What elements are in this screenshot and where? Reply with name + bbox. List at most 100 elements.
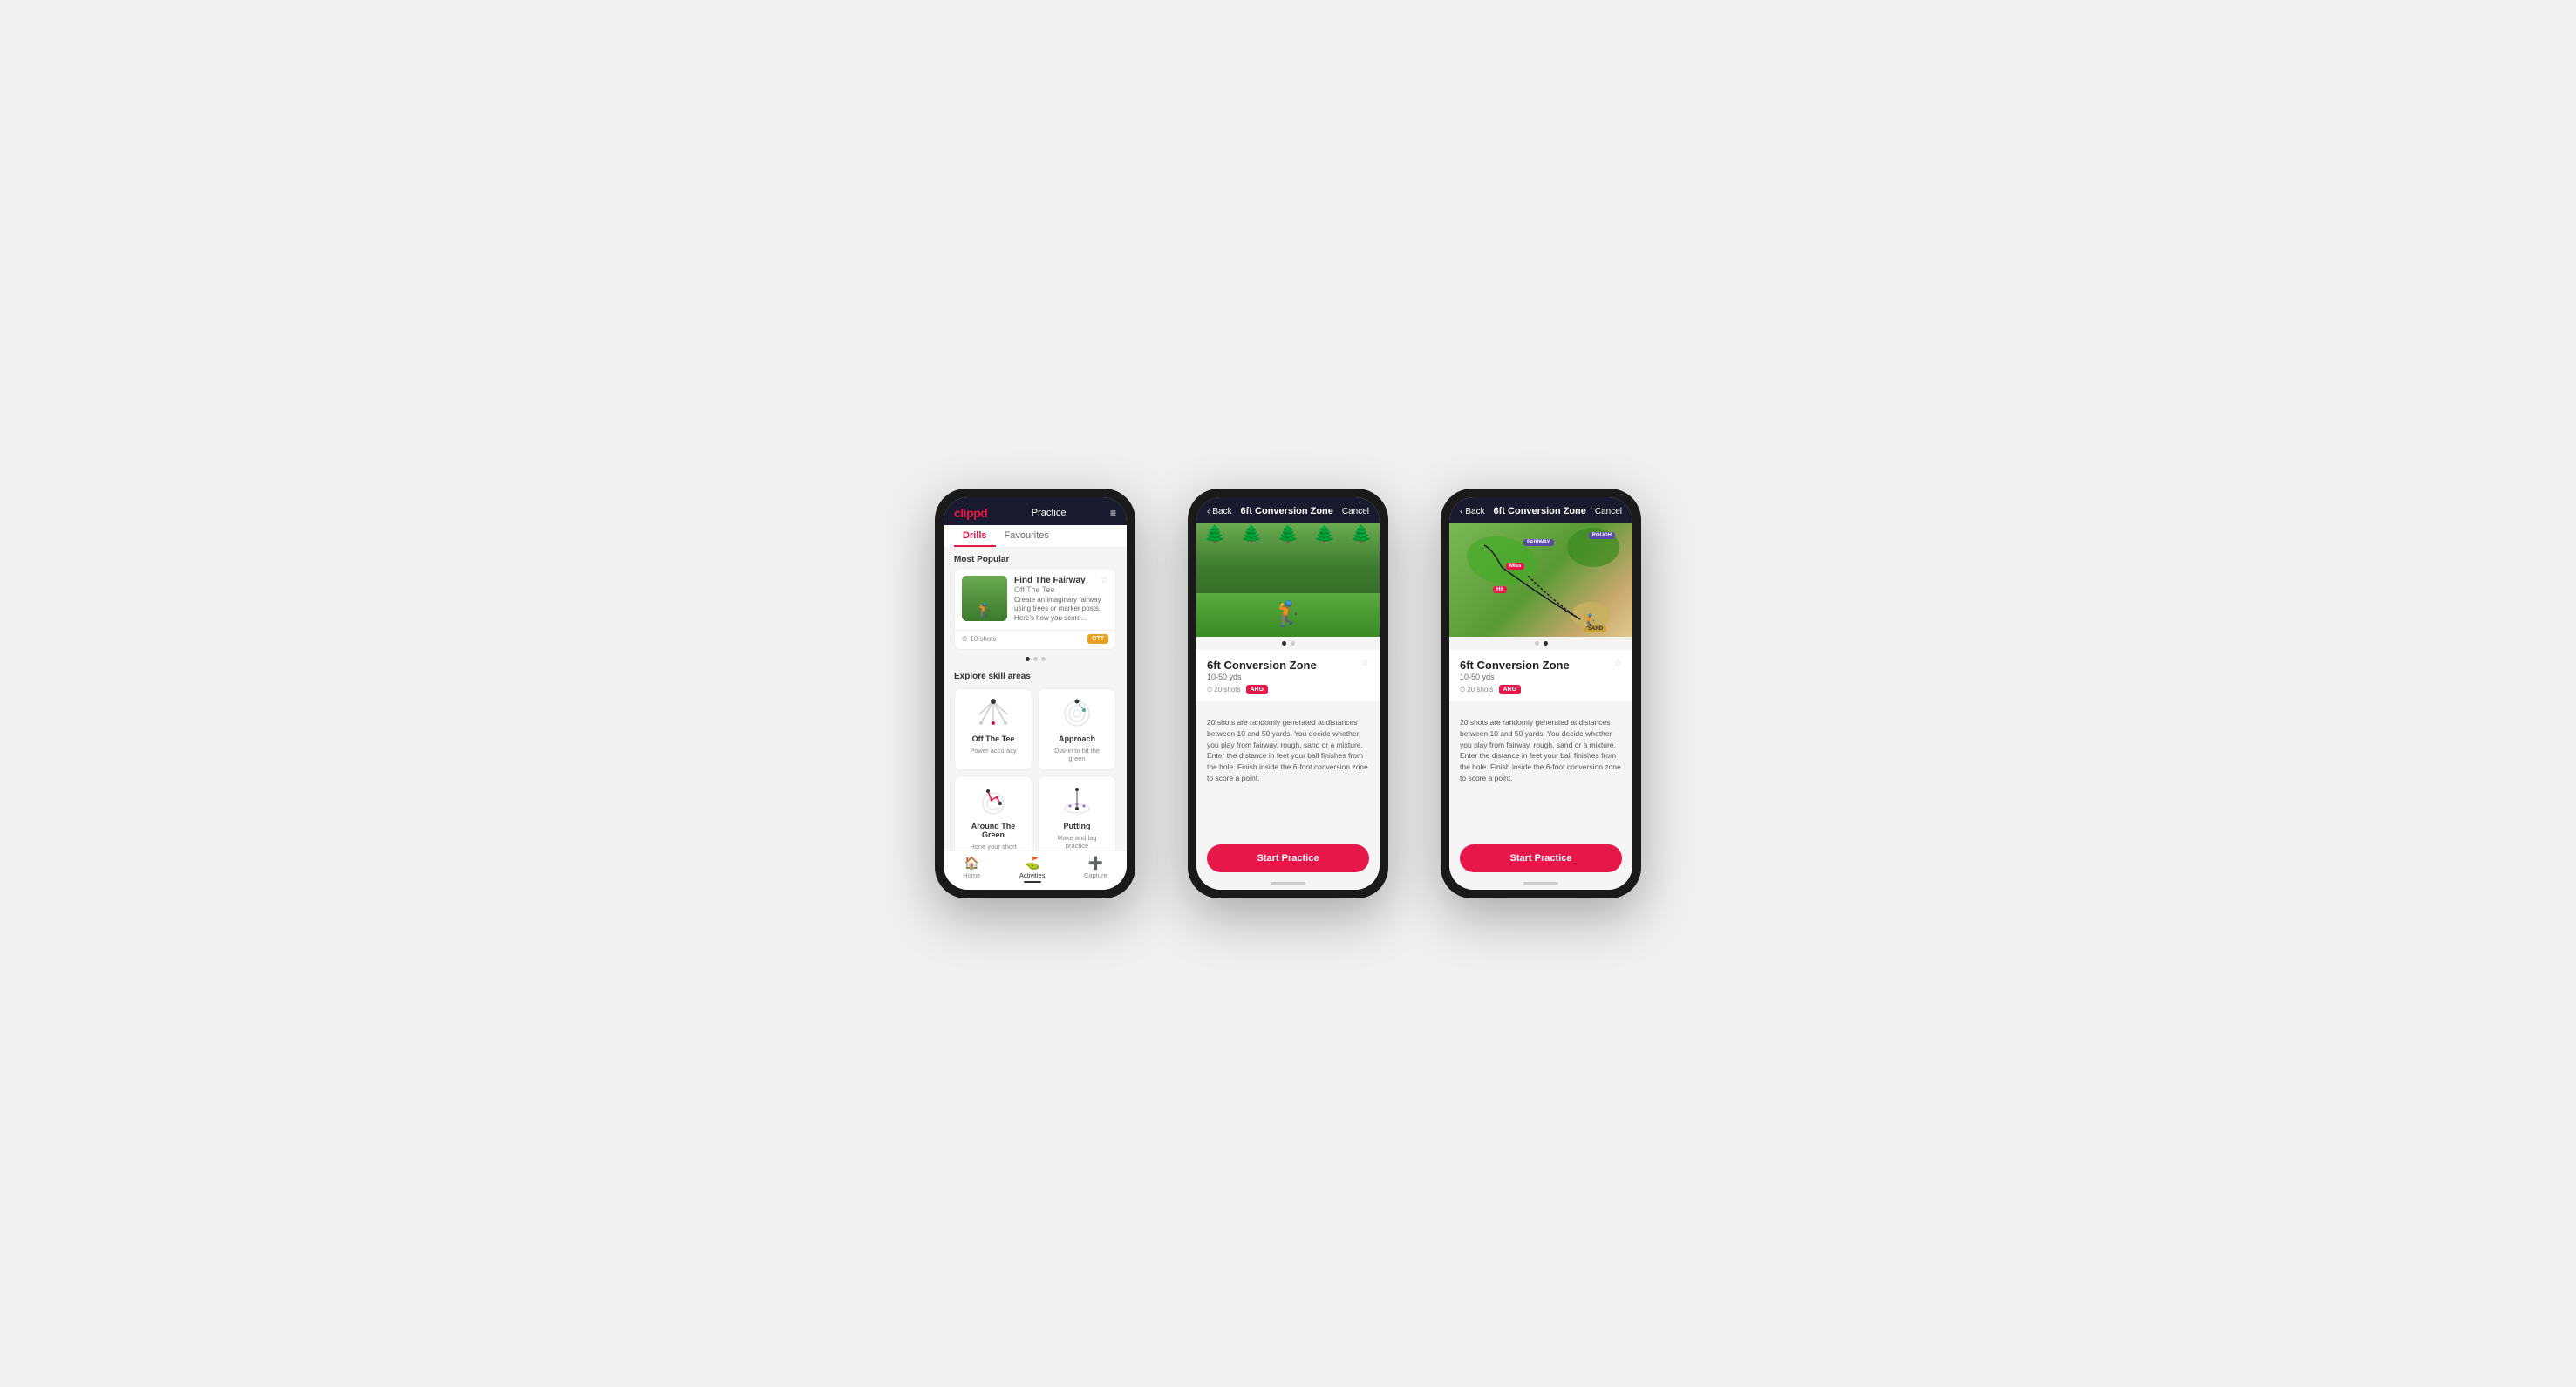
skill-approach-desc: Dial-in to hit the green: [1046, 747, 1108, 762]
drill-range: 10-50 yds: [1207, 673, 1317, 681]
featured-drill-image: 🏌️: [962, 576, 1007, 621]
nav-capture[interactable]: ➕ Capture: [1084, 856, 1107, 883]
hamburger-icon[interactable]: ≡: [1110, 507, 1116, 519]
capture-icon: ➕: [1088, 856, 1103, 871]
drill-info: 6ft Conversion Zone 10-50 yds ☆ ⏱ 20 sho…: [1196, 650, 1380, 701]
nav-home[interactable]: 🏠 Home: [963, 856, 980, 883]
favourite-star-icon[interactable]: ☆: [1361, 659, 1369, 668]
cancel-button[interactable]: Cancel: [1342, 507, 1369, 516]
favourite-star-icon-3[interactable]: ☆: [1614, 659, 1622, 668]
golfer-figure: 🏌️: [1273, 599, 1304, 628]
rough-label: ROUGH: [1589, 532, 1615, 539]
phone-1: clippd Practice ≡ Drills Favourites Most…: [935, 489, 1135, 898]
drill-photo-bg: 🌲🌲🌲🌲🌲 🏌️: [1196, 523, 1380, 637]
app-logo: clippd: [954, 506, 987, 520]
trees-bg: 🌲🌲🌲🌲🌲: [1196, 523, 1380, 545]
skill-putting-desc: Make and lag practice: [1046, 834, 1108, 850]
skill-putting[interactable]: Putting Make and lag practice: [1038, 775, 1116, 851]
drill-map: FAIRWAY ROUGH Miss Hit SAND 🏌️: [1449, 523, 1632, 637]
drill-title-row-3: 6ft Conversion Zone 10-50 yds ☆: [1460, 659, 1622, 681]
capture-label: Capture: [1084, 871, 1107, 879]
phone1-header: clippd Practice ≡: [944, 497, 1127, 525]
home-label: Home: [963, 871, 980, 879]
phone-3: ‹ Back 6ft Conversion Zone Cancel: [1441, 489, 1641, 898]
bottom-nav: 🏠 Home ⛳ Activities ➕ Capture: [944, 851, 1127, 890]
skill-ott-name: Off The Tee: [972, 734, 1015, 743]
off-tee-icon: [971, 696, 1015, 731]
home-icon: 🏠: [964, 856, 979, 871]
shots-label: ⏱ 10 shots: [962, 635, 997, 644]
skill-off-tee[interactable]: Off The Tee Power accuracy: [954, 688, 1032, 770]
map-golfer-figure: 🏌️: [1583, 613, 1598, 628]
skill-atg-name: Around The Green: [962, 822, 1025, 839]
phone2-header: ‹ Back 6ft Conversion Zone Cancel: [1196, 497, 1380, 523]
start-practice-button[interactable]: Start Practice: [1207, 844, 1369, 872]
skill-putting-name: Putting: [1064, 822, 1091, 830]
ott-badge: OTT: [1087, 634, 1108, 644]
featured-drill-card[interactable]: 🏌️ Find The Fairway Off The Tee ☆ Create…: [954, 568, 1116, 650]
drill-range-3: 10-50 yds: [1460, 673, 1570, 681]
carousel-dots: [944, 653, 1127, 665]
start-practice-button-3[interactable]: Start Practice: [1460, 844, 1622, 872]
skill-ott-desc: Power accuracy: [970, 747, 1016, 755]
favourite-star-icon[interactable]: ☆: [1101, 576, 1108, 585]
skill-atg[interactable]: Around The Green Hone your short game: [954, 775, 1032, 851]
drill-title-group-3: 6ft Conversion Zone 10-50 yds: [1460, 659, 1570, 681]
tab-drills[interactable]: Drills: [954, 525, 996, 547]
explore-label: Explore skill areas: [944, 665, 1127, 685]
phones-container: clippd Practice ≡ Drills Favourites Most…: [935, 489, 1641, 898]
drill-meta: ⏱ 20 shots ARG: [1207, 685, 1369, 694]
miss-label: Miss: [1506, 563, 1524, 570]
nav-active-indicator: [1024, 881, 1041, 883]
drill-description-3: 20 shots are randomly generated at dista…: [1449, 708, 1632, 793]
skill-atg-desc: Hone your short game: [962, 843, 1025, 851]
featured-drill-subtitle: Off The Tee: [1014, 585, 1086, 594]
skill-approach[interactable]: Approach Dial-in to hit the green: [1038, 688, 1116, 770]
skill-approach-name: Approach: [1059, 734, 1095, 743]
drill-main-title-3: 6ft Conversion Zone: [1460, 659, 1570, 672]
drill-header-title: 6ft Conversion Zone: [1241, 506, 1333, 516]
dot-2: [1033, 657, 1038, 661]
back-button[interactable]: ‹ Back: [1207, 507, 1232, 516]
image-carousel-dots-3: [1449, 637, 1632, 650]
arg-badge-3: ARG: [1499, 685, 1522, 694]
phone-3-screen: ‹ Back 6ft Conversion Zone Cancel: [1449, 497, 1632, 890]
img-dot-1: [1282, 641, 1286, 646]
drill-info-3: 6ft Conversion Zone 10-50 yds ☆ ⏱ 20 sho…: [1449, 650, 1632, 701]
shots-meta-3: ⏱ 20 shots: [1460, 686, 1494, 694]
featured-drill-title: Find The Fairway: [1014, 576, 1086, 585]
nav-activities[interactable]: ⛳ Activities: [1019, 856, 1046, 883]
img-dot-2: [1291, 641, 1295, 646]
putting-icon: [1055, 783, 1099, 818]
drill-title-row: 6ft Conversion Zone 10-50 yds ☆: [1207, 659, 1369, 681]
phone-2-screen: ‹ Back 6ft Conversion Zone Cancel 🌲🌲🌲🌲🌲 …: [1196, 497, 1380, 890]
tabs-bar: Drills Favourites: [944, 525, 1127, 548]
tab-favourites[interactable]: Favourites: [996, 525, 1058, 547]
drill-header-title-3: 6ft Conversion Zone: [1494, 506, 1586, 516]
dot-3: [1041, 657, 1046, 661]
featured-drill-info: Find The Fairway Off The Tee ☆ Create an…: [1014, 576, 1108, 623]
back-button-3[interactable]: ‹ Back: [1460, 507, 1485, 516]
activities-label: Activities: [1019, 871, 1046, 879]
fairway-label: FAIRWAY: [1523, 539, 1554, 546]
skill-grid: Off The Tee Power accuracy: [944, 685, 1127, 851]
phone-1-screen: clippd Practice ≡ Drills Favourites Most…: [944, 497, 1127, 890]
activities-icon: ⛳: [1025, 856, 1039, 871]
clock-icon-3: ⏱: [1460, 686, 1465, 694]
drill-title-group: 6ft Conversion Zone 10-50 yds: [1207, 659, 1317, 681]
clock-icon: ⏱: [1207, 686, 1212, 694]
featured-drill-desc: Create an imaginary fairway using trees …: [1014, 596, 1108, 623]
drill-description: 20 shots are randomly generated at dista…: [1196, 708, 1380, 793]
phone-2: ‹ Back 6ft Conversion Zone Cancel 🌲🌲🌲🌲🌲 …: [1188, 489, 1388, 898]
arg-badge: ARG: [1246, 685, 1269, 694]
back-chevron-icon-3: ‹: [1460, 507, 1462, 516]
drill-meta-3: ⏱ 20 shots ARG: [1460, 685, 1622, 694]
hit-label: Hit: [1493, 586, 1507, 593]
drill-main-title: 6ft Conversion Zone: [1207, 659, 1317, 672]
cancel-button-3[interactable]: Cancel: [1595, 507, 1622, 516]
most-popular-label: Most Popular: [944, 548, 1127, 568]
shots-meta: ⏱ 20 shots: [1207, 686, 1241, 694]
phone2-content: 🌲🌲🌲🌲🌲 🏌️ 6ft Conversion Zone: [1196, 523, 1380, 837]
approach-icon: [1055, 696, 1099, 731]
phone1-content: Most Popular 🏌️ Find The Fairway O: [944, 548, 1127, 851]
